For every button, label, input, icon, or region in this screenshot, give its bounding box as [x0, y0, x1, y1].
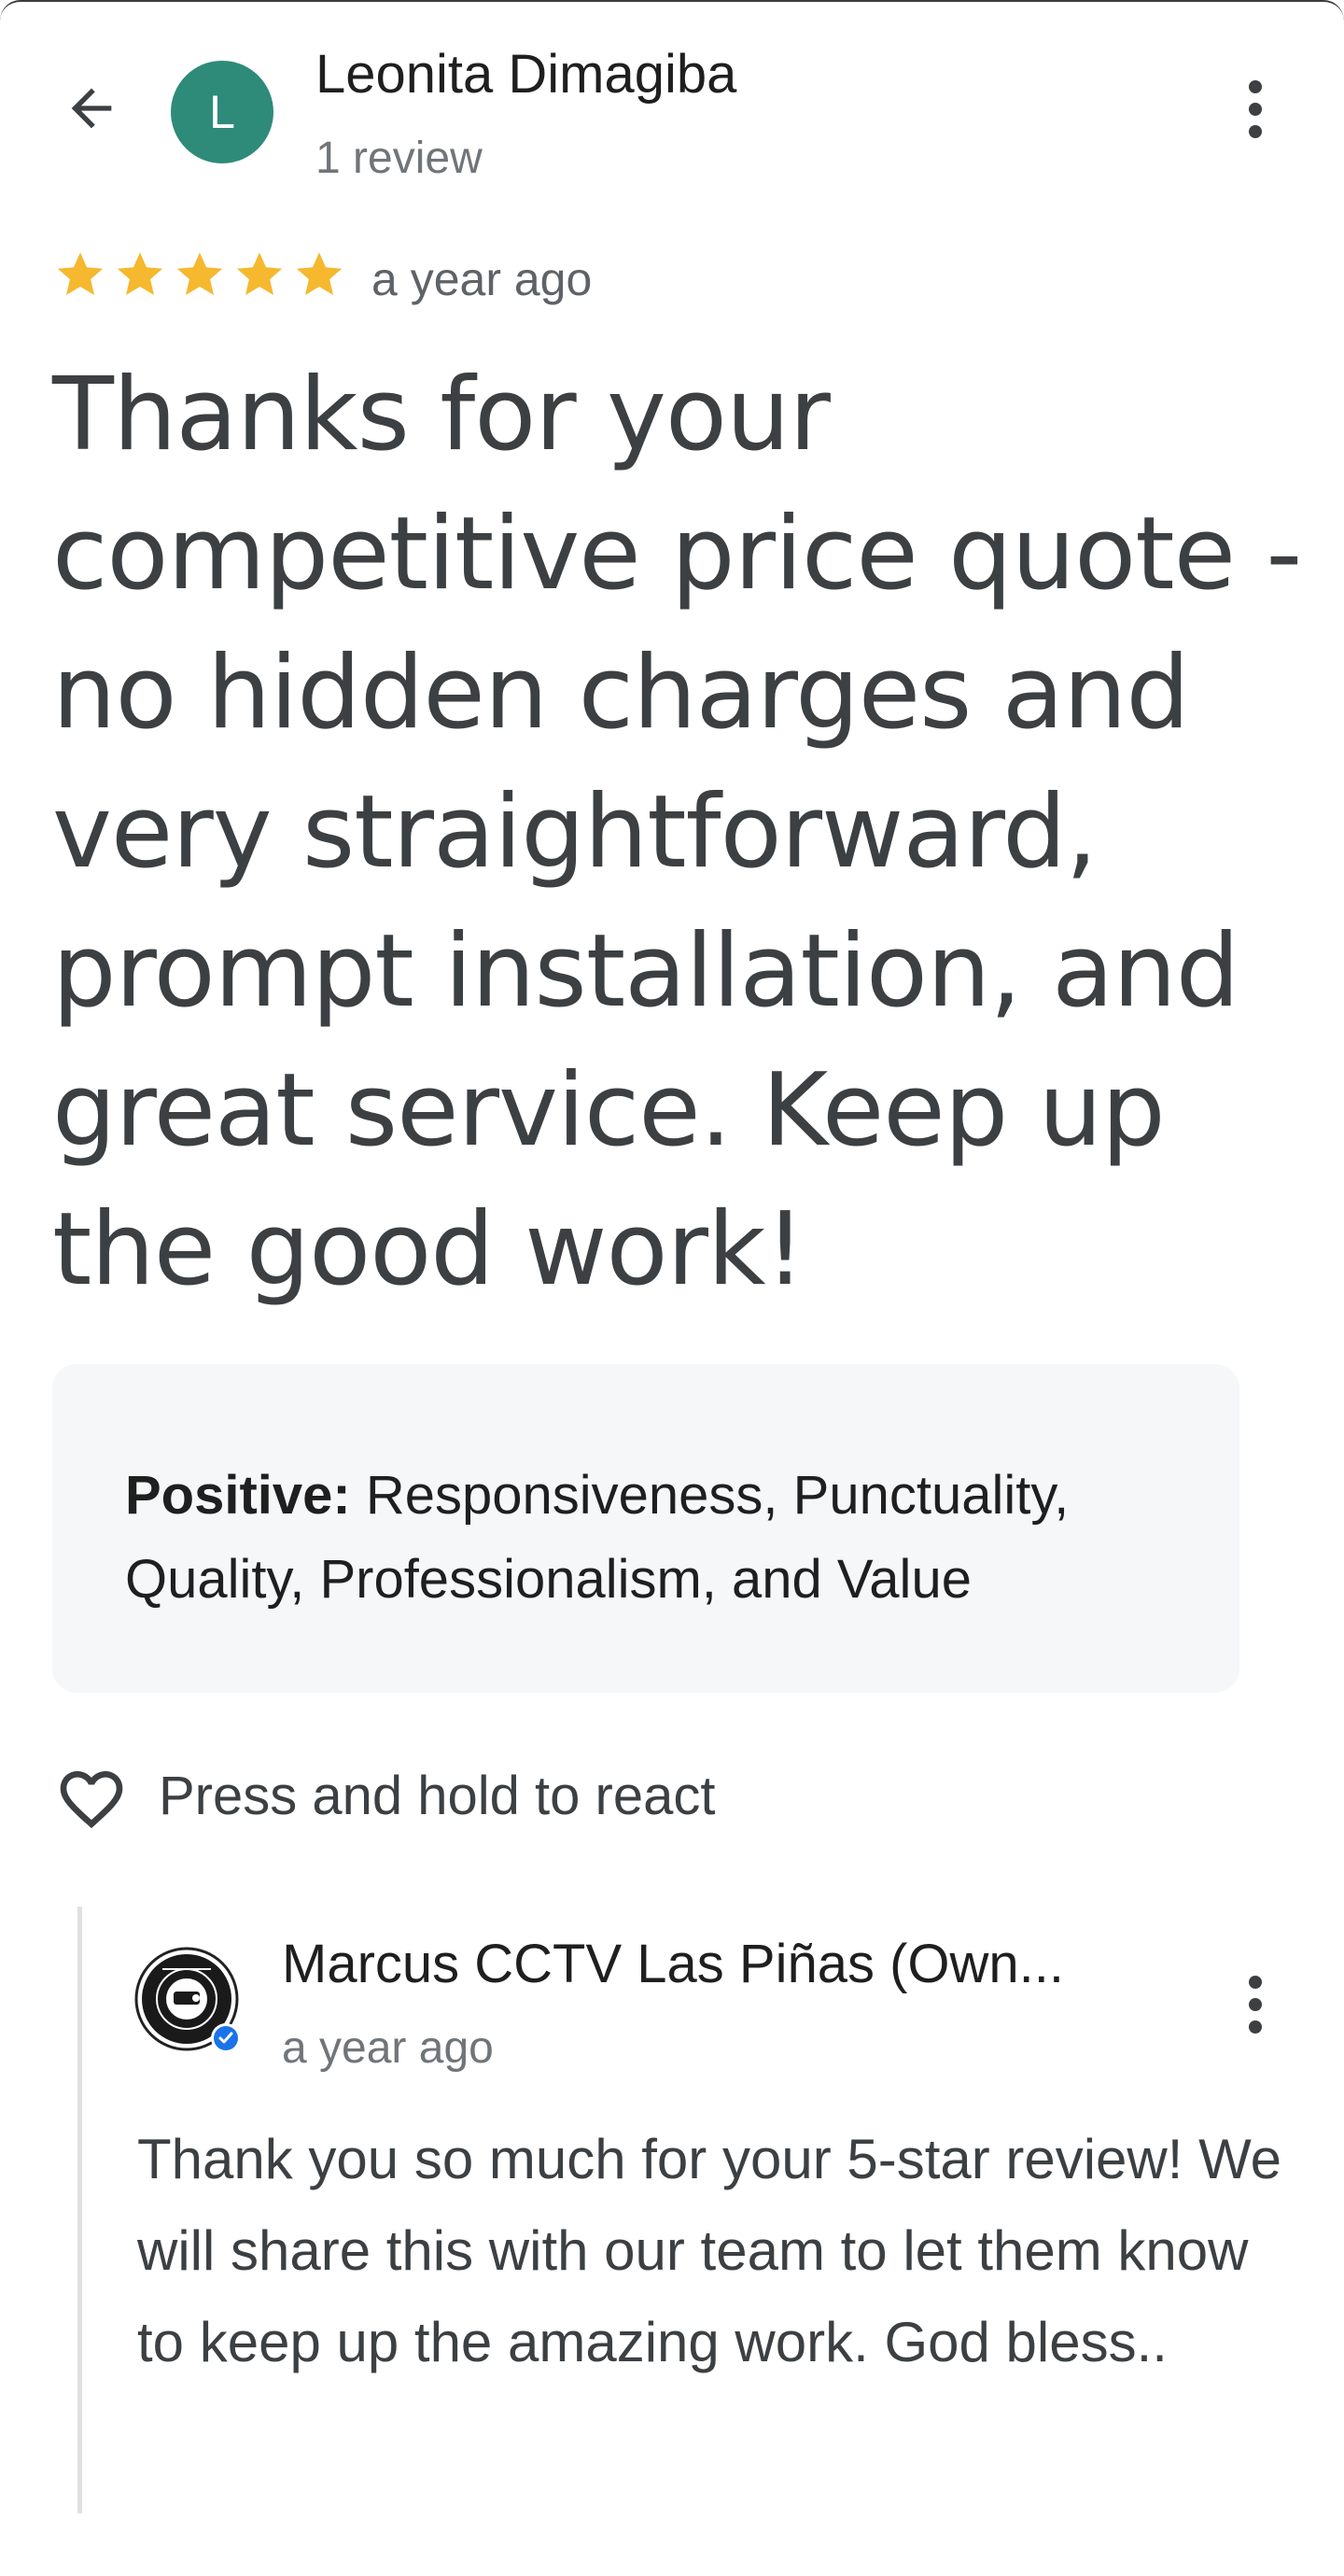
- avatar-letter: L: [209, 86, 235, 138]
- more-vert-icon: [1249, 1976, 1262, 2034]
- react-button[interactable]: [54, 1762, 129, 1837]
- star-icon: [57, 252, 104, 295]
- star-icon: [176, 252, 223, 295]
- owner-more-options-button[interactable]: [1218, 1963, 1293, 2047]
- owner-response-divider: [77, 1907, 82, 2513]
- review-attributes-card: Positive: Responsiveness, Punctuality, Q…: [52, 1364, 1239, 1693]
- back-button[interactable]: [47, 63, 136, 153]
- review-count: 1 review: [315, 134, 483, 183]
- reviewer-avatar[interactable]: L: [171, 61, 273, 163]
- review-text: Thanks for your competitive price quote …: [52, 357, 1302, 1308]
- react-label[interactable]: Press and hold to react: [159, 1765, 715, 1827]
- heart-outline-icon: [60, 1771, 123, 1829]
- review-time: a year ago: [371, 253, 593, 305]
- star-icon: [236, 252, 283, 295]
- owner-name[interactable]: Marcus CCTV Las Piñas (Own...: [282, 1933, 1215, 1995]
- star-rating: [52, 247, 347, 302]
- more-vert-icon: [1249, 80, 1262, 138]
- attributes-label: Positive:: [125, 1465, 351, 1526]
- stars-container: [52, 247, 347, 302]
- reviewer-name[interactable]: Leonita Dimagiba: [315, 43, 736, 106]
- owner-logo-icon: [134, 1947, 241, 2053]
- review-detail-screen: L Leonita Dimagiba 1 review a year ago T…: [0, 0, 1344, 2576]
- arrow-back-icon: [71, 88, 112, 129]
- owner-response-time: a year ago: [282, 2023, 494, 2073]
- star-icon: [296, 252, 343, 295]
- owner-avatar[interactable]: [134, 1947, 248, 2061]
- attributes-text: Positive: Responsiveness, Punctuality, Q…: [125, 1454, 1167, 1622]
- owner-response-text: Thank you so much for your 5-star review…: [137, 2128, 1282, 2373]
- more-options-button[interactable]: [1218, 67, 1293, 151]
- star-icon: [117, 252, 163, 295]
